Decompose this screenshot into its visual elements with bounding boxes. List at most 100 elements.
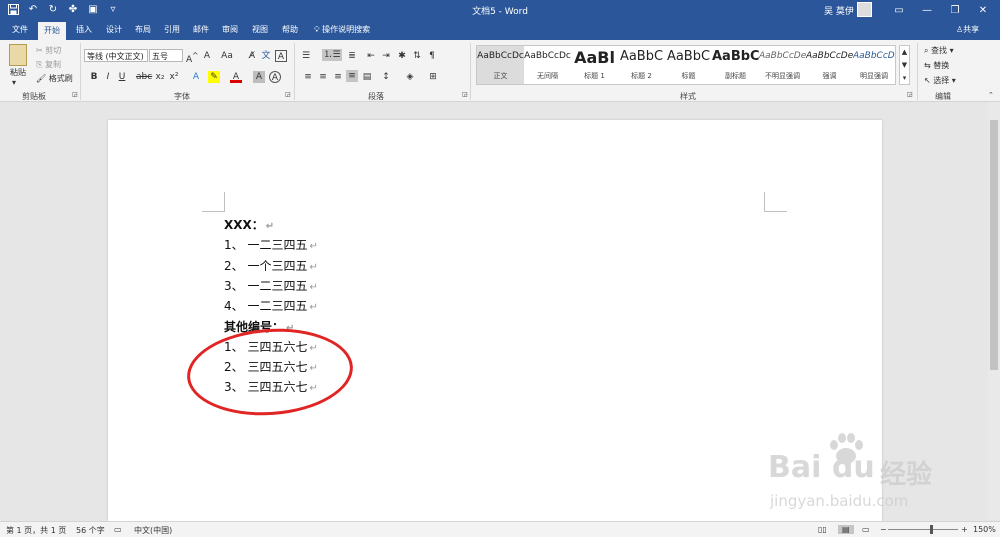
distribute-icon[interactable]: ▤ bbox=[361, 71, 373, 83]
font-name-combo[interactable]: 等线 (中文正文) bbox=[84, 49, 148, 62]
borders-icon[interactable]: ⊞ bbox=[427, 71, 439, 83]
paste-button[interactable]: 粘贴 bbox=[10, 67, 26, 78]
line-spacing-icon[interactable]: ↕ bbox=[380, 71, 392, 83]
underline-button[interactable]: U bbox=[116, 71, 128, 83]
tab-help[interactable]: 帮助 bbox=[282, 24, 298, 35]
crop-mark-tr-v bbox=[764, 192, 765, 212]
style-subtle-emphasis[interactable]: AaBbCcDe 不明显强调 bbox=[759, 46, 806, 84]
style-intense-emphasis[interactable]: AaBbCcDe 明显强调 bbox=[853, 46, 895, 84]
superscript-button[interactable]: x² bbox=[168, 71, 180, 83]
ribbon-tabs: 文件 开始 插入 设计 布局 引用 邮件 审阅 视图 帮助 💡︎ 操作说明搜索 … bbox=[0, 20, 1000, 40]
zoom-slider[interactable] bbox=[888, 529, 958, 530]
word-count[interactable]: 56 个字 bbox=[76, 525, 105, 536]
tab-file[interactable]: 文件 bbox=[12, 24, 28, 35]
style-normal[interactable]: AaBbCcDc 正文 bbox=[477, 46, 524, 84]
style-subtitle[interactable]: AaBbC 副标题 bbox=[712, 46, 759, 84]
minimize-button[interactable]: — bbox=[914, 0, 940, 20]
vertical-scrollbar[interactable] bbox=[988, 102, 1000, 520]
change-case-icon[interactable]: Aa bbox=[221, 50, 233, 62]
increase-indent-icon[interactable]: ⇥ bbox=[380, 50, 392, 62]
font-group-label: 字体 bbox=[174, 92, 190, 101]
title-bar: ↶ ↻ ✤ ▣ ▿ 文档5 - Word 吴 莫伊 ▭ — ❐ ✕ bbox=[0, 0, 1000, 20]
replace-button[interactable]: ⇆ 替换 bbox=[924, 60, 949, 71]
numbering-icon[interactable]: ⒈☰ bbox=[322, 49, 342, 61]
select-button[interactable]: ↖ 选择 ▾ bbox=[924, 75, 956, 86]
tab-insert[interactable]: 插入 bbox=[76, 24, 92, 35]
find-button[interactable]: ⌕ 查找 ▾ bbox=[924, 45, 954, 56]
clear-format-icon[interactable]: A̸ bbox=[246, 50, 258, 62]
zoom-slider-thumb[interactable] bbox=[930, 525, 933, 534]
multilevel-list-icon[interactable]: ≣ bbox=[346, 50, 358, 62]
zoom-out-icon[interactable]: − bbox=[880, 525, 887, 534]
bold-button[interactable]: B bbox=[88, 71, 100, 83]
collapse-ribbon-icon[interactable]: ⌃ bbox=[988, 91, 994, 99]
char-shading-button[interactable]: A bbox=[253, 71, 265, 83]
align-left-icon[interactable]: ≡ bbox=[302, 71, 314, 83]
doc-list-item: 2、 一个三四五 ↵ bbox=[224, 259, 318, 273]
styles-scroll-icon[interactable]: ▲ ▼ ▾ bbox=[899, 45, 910, 85]
phonetic-guide-icon[interactable]: 文 bbox=[260, 50, 272, 62]
page-count[interactable]: 第 1 页，共 1 页 bbox=[6, 525, 66, 536]
sort-icon[interactable]: ⇅ bbox=[411, 50, 423, 62]
scrollbar-thumb[interactable] bbox=[990, 120, 998, 370]
style-heading-2[interactable]: AaBbC 标题 2 bbox=[618, 46, 665, 84]
clipboard-group-label: 剪贴板 bbox=[22, 92, 46, 101]
format-painter-button[interactable]: 🖌︎ 格式刷 bbox=[36, 73, 73, 84]
shading-icon[interactable]: ◈ bbox=[404, 71, 416, 83]
align-center-icon[interactable]: ≡ bbox=[317, 71, 329, 83]
user-name[interactable]: 吴 莫伊 bbox=[824, 4, 854, 17]
font-launcher-icon[interactable]: ◲ bbox=[285, 91, 291, 98]
char-border-icon[interactable]: A bbox=[275, 50, 287, 62]
bullets-icon[interactable]: ☰ bbox=[300, 50, 312, 62]
styles-launcher-icon[interactable]: ◲ bbox=[907, 91, 913, 98]
enclose-char-button[interactable]: A bbox=[269, 71, 281, 83]
paragraph-launcher-icon[interactable]: ◲ bbox=[462, 91, 468, 98]
cut-button[interactable]: ✂ 剪切 bbox=[36, 45, 61, 56]
subscript-button[interactable]: x₂ bbox=[154, 71, 166, 83]
highlight-icon[interactable]: ✎ bbox=[208, 71, 220, 83]
styles-group-label: 样式 bbox=[680, 92, 696, 101]
avatar[interactable] bbox=[857, 2, 872, 17]
tell-me-search[interactable]: 💡︎ 操作说明搜索 bbox=[314, 24, 370, 35]
style-no-spacing[interactable]: AaBbCcDc 无间隔 bbox=[524, 46, 571, 84]
ribbon-display-options-icon[interactable]: ▭ bbox=[886, 0, 912, 20]
chinese-layout-icon[interactable]: ✱ bbox=[396, 50, 408, 62]
style-title[interactable]: AaBbC 标题 bbox=[665, 46, 712, 84]
style-emphasis[interactable]: AaBbCcDe 强调 bbox=[806, 46, 853, 84]
tab-review[interactable]: 审阅 bbox=[222, 24, 238, 35]
tab-view[interactable]: 视图 bbox=[252, 24, 268, 35]
clipboard-paste-icon[interactable] bbox=[9, 44, 27, 66]
font-size-combo[interactable]: 五号 bbox=[149, 49, 183, 62]
read-mode-icon[interactable]: ▯▯ bbox=[818, 525, 827, 534]
web-layout-icon[interactable]: ▭ bbox=[862, 525, 870, 534]
copy-button[interactable]: ⎘ 复制 bbox=[36, 59, 61, 70]
strikethrough-button[interactable]: abc bbox=[136, 71, 152, 83]
watermark-url: jingyan.baidu.com bbox=[770, 492, 909, 510]
shrink-font-icon[interactable]: A bbox=[201, 50, 213, 62]
clipboard-launcher-icon[interactable]: ◲ bbox=[72, 91, 78, 98]
align-right-icon[interactable]: ≡ bbox=[332, 71, 344, 83]
show-marks-icon[interactable]: ¶ bbox=[426, 50, 438, 62]
grow-font-icon[interactable]: A^ bbox=[186, 50, 198, 65]
font-color-button[interactable]: A bbox=[230, 71, 242, 83]
tab-home[interactable]: 开始 bbox=[38, 22, 66, 40]
zoom-in-icon[interactable]: + bbox=[961, 525, 968, 534]
decrease-indent-icon[interactable]: ⇤ bbox=[365, 50, 377, 62]
styles-gallery: AaBbCcDc 正文 AaBbCcDc 无间隔 AaBl 标题 1 AaBbC… bbox=[476, 45, 896, 85]
justify-icon[interactable]: ≡ bbox=[346, 70, 358, 82]
style-heading-1[interactable]: AaBl 标题 1 bbox=[571, 46, 618, 84]
tab-design[interactable]: 设计 bbox=[106, 24, 122, 35]
share-button[interactable]: ♙共享 bbox=[956, 24, 979, 35]
tab-mailings[interactable]: 邮件 bbox=[193, 24, 209, 35]
text-effects-button[interactable]: A bbox=[190, 71, 202, 83]
zoom-level[interactable]: 150% bbox=[973, 525, 996, 534]
restore-button[interactable]: ❐ bbox=[942, 0, 968, 20]
language-indicator[interactable]: 中文(中国) bbox=[134, 525, 172, 536]
italic-button[interactable]: I bbox=[102, 71, 114, 83]
tab-references[interactable]: 引用 bbox=[164, 24, 180, 35]
close-button[interactable]: ✕ bbox=[970, 0, 996, 20]
print-layout-icon[interactable]: ▤ bbox=[838, 525, 854, 534]
cursor-icon: ↖ bbox=[924, 76, 931, 85]
tab-layout[interactable]: 布局 bbox=[135, 24, 151, 35]
proofing-icon[interactable]: ▭ bbox=[114, 525, 122, 534]
